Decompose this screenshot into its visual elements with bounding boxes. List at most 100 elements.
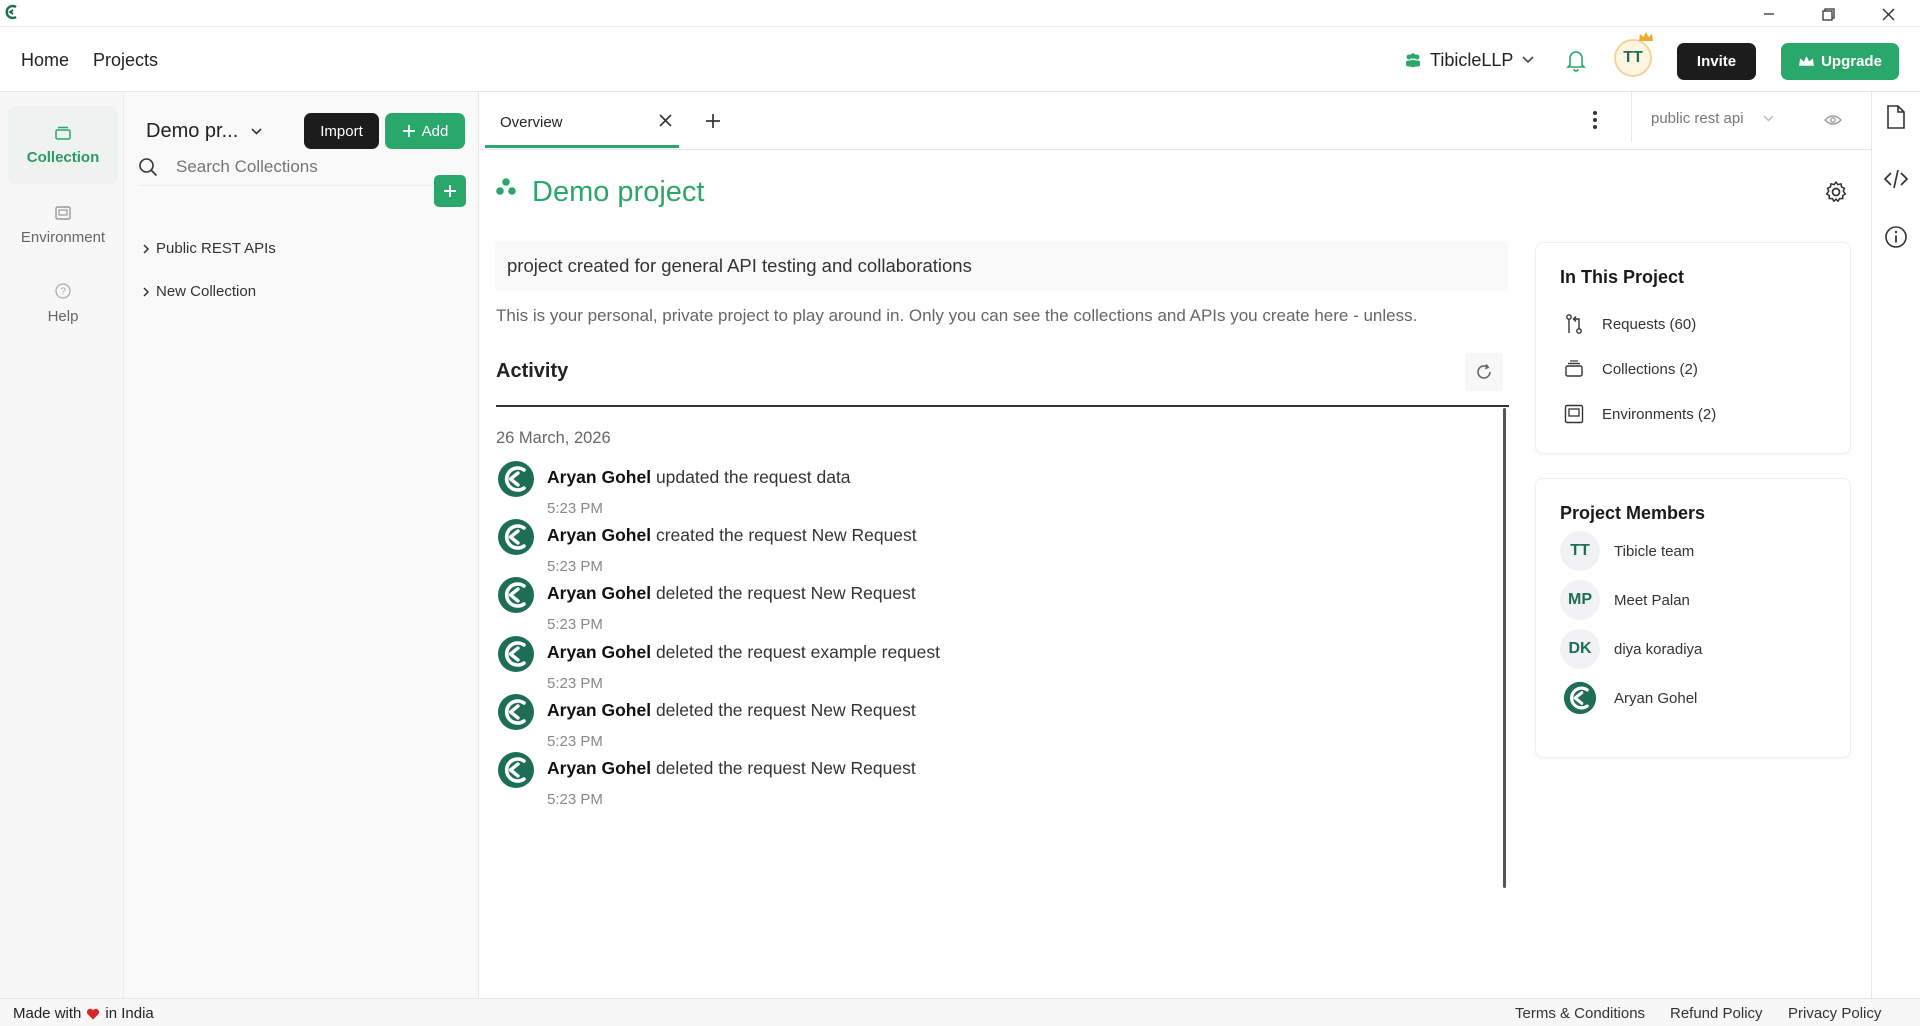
activity-user: Aryan Gohel (547, 525, 652, 546)
activity-action: updated the request data (655, 467, 851, 487)
activity-time: 5:23 PM (547, 500, 603, 517)
terms-link[interactable]: Terms & Conditions (1515, 1005, 1645, 1022)
member-name: Aryan Gohel (1614, 689, 1698, 707)
activity-time: 5:23 PM (547, 732, 603, 750)
workspace-name: TibicleLLP (1430, 49, 1514, 70)
rail-help-label: Help (47, 307, 79, 325)
chevron-down-icon (1762, 114, 1775, 123)
rail-environment[interactable]: Environment (8, 186, 118, 264)
collection-item-label: New Collection (156, 283, 257, 300)
collections-panel: Demo pr... Import Add Public REST APIs N… (124, 92, 479, 998)
user-logo-icon (497, 693, 535, 731)
member-row[interactable]: TT Tibicle team (1560, 530, 1694, 572)
member-name: Meet Palan (1614, 591, 1690, 609)
footer: Made with in India Terms & Conditions Re… (0, 998, 1920, 1026)
member-row[interactable]: Aryan Gohel (1560, 677, 1697, 719)
refresh-button[interactable] (1465, 353, 1503, 391)
close-window-icon[interactable] (1878, 4, 1898, 24)
activity-text: Aryan Gohel deleted the request New Requ… (547, 758, 916, 779)
svg-text:?: ? (60, 286, 66, 297)
help-icon: ? (54, 282, 72, 300)
activity-action: deleted the request New Request (655, 699, 916, 720)
user-avatar[interactable]: TT (1614, 39, 1652, 77)
activity-list: 26 March, 2026 Aryan Gohel updated the r… (496, 406, 1509, 890)
import-button[interactable]: Import (304, 113, 379, 149)
user-logo-icon (497, 518, 535, 556)
code-icon[interactable] (1883, 168, 1909, 190)
member-row[interactable]: MP Meet Palan (1560, 579, 1690, 621)
member-row[interactable]: DK diya koradiya (1560, 628, 1702, 670)
title-bar (0, 0, 1920, 27)
collections-label: Collections (2) (1602, 360, 1698, 378)
plus-icon (402, 124, 416, 138)
invite-button[interactable]: Invite (1677, 43, 1756, 80)
activity-text: Aryan Gohel deleted the request New Requ… (547, 700, 916, 721)
info-icon[interactable] (1884, 225, 1908, 249)
project-description-field[interactable]: project created for general API testing … (495, 241, 1508, 291)
collection-item[interactable]: Public REST APIs (142, 240, 276, 257)
tab-overview[interactable]: Overview (485, 92, 679, 148)
refresh-icon (1475, 363, 1493, 381)
requests-stat[interactable]: Requests (60) (1564, 309, 1696, 339)
upgrade-button[interactable]: Upgrade (1781, 43, 1899, 80)
add-button[interactable]: Add (385, 113, 465, 149)
member-avatar: DK (1560, 629, 1600, 669)
app-logo-icon (4, 4, 20, 20)
minimize-icon[interactable] (1759, 4, 1779, 24)
activity-item: Aryan Gohel deleted the request New Requ… (497, 751, 1397, 821)
activity-scrollbar[interactable] (1503, 408, 1506, 888)
member-avatar: MP (1560, 580, 1600, 620)
nav-home-link[interactable]: Home (21, 50, 69, 71)
made-in-india: Made with in India (13, 1005, 154, 1022)
in-project-heading: In This Project (1560, 267, 1685, 287)
nav-projects-link[interactable]: Projects (93, 50, 158, 71)
privacy-policy-link[interactable]: Privacy Policy (1788, 1005, 1881, 1022)
project-selector[interactable]: Demo pr... (146, 120, 263, 143)
heart-icon (86, 1008, 100, 1020)
environments-stat[interactable]: Environments (2) (1564, 399, 1716, 429)
in-project-card: In This Project Requests (60) Collection… (1535, 242, 1851, 454)
more-options-icon[interactable] (1592, 110, 1598, 130)
activity-text: Aryan Gohel created the request New Requ… (547, 525, 917, 546)
collection-item[interactable]: New Collection (142, 283, 256, 300)
rail-collection-label: Collection (26, 148, 100, 166)
environments-icon (1564, 404, 1584, 424)
environment-icon (54, 205, 72, 221)
new-tab-plus-icon[interactable] (705, 113, 721, 129)
divider (1631, 92, 1632, 142)
rail-collection[interactable]: Collection (8, 106, 118, 184)
project-title: Demo project (532, 176, 705, 208)
activity-user: Aryan Gohel (547, 699, 652, 720)
close-tab-icon[interactable] (659, 114, 672, 127)
settings-gear-icon[interactable] (1824, 180, 1848, 204)
refund-policy-link[interactable]: Refund Policy (1670, 1005, 1763, 1022)
user-logo-icon (497, 751, 535, 789)
right-icon-strip (1871, 92, 1920, 998)
activity-text: Aryan Gohel deleted the request example … (547, 642, 940, 663)
activity-date: 26 March, 2026 (496, 429, 611, 447)
search-bar[interactable] (138, 148, 450, 186)
search-input[interactable] (176, 156, 416, 177)
workspace-selector[interactable]: TibicleLLP (1404, 48, 1535, 72)
user-logo-icon (497, 460, 535, 498)
chevron-down-icon (250, 127, 263, 136)
new-collection-button[interactable] (434, 175, 466, 207)
rail-help[interactable]: ? Help (8, 264, 118, 342)
restore-icon[interactable] (1818, 4, 1838, 24)
tab-bar: Overview public rest api (479, 92, 1871, 150)
chevron-down-icon (1521, 55, 1535, 65)
activity-user: Aryan Gohel (547, 583, 652, 604)
made-with-text: Made with (13, 1005, 82, 1022)
document-icon[interactable] (1885, 104, 1907, 130)
member-name: diya koradiya (1614, 640, 1703, 658)
activity-action: deleted the request example request (655, 641, 941, 662)
environments-label: Environments (2) (1602, 405, 1717, 423)
environment-select[interactable]: public rest api (1651, 110, 1775, 127)
eye-icon[interactable] (1824, 114, 1842, 126)
crown-badge-icon (1638, 31, 1654, 43)
collections-stat[interactable]: Collections (2) (1564, 354, 1698, 384)
collection-item-label: Public REST APIs (156, 240, 276, 257)
member-name: Tibicle team (1614, 542, 1695, 560)
notification-bell-icon[interactable] (1565, 48, 1587, 72)
activity-time: 5:23 PM (547, 616, 603, 634)
